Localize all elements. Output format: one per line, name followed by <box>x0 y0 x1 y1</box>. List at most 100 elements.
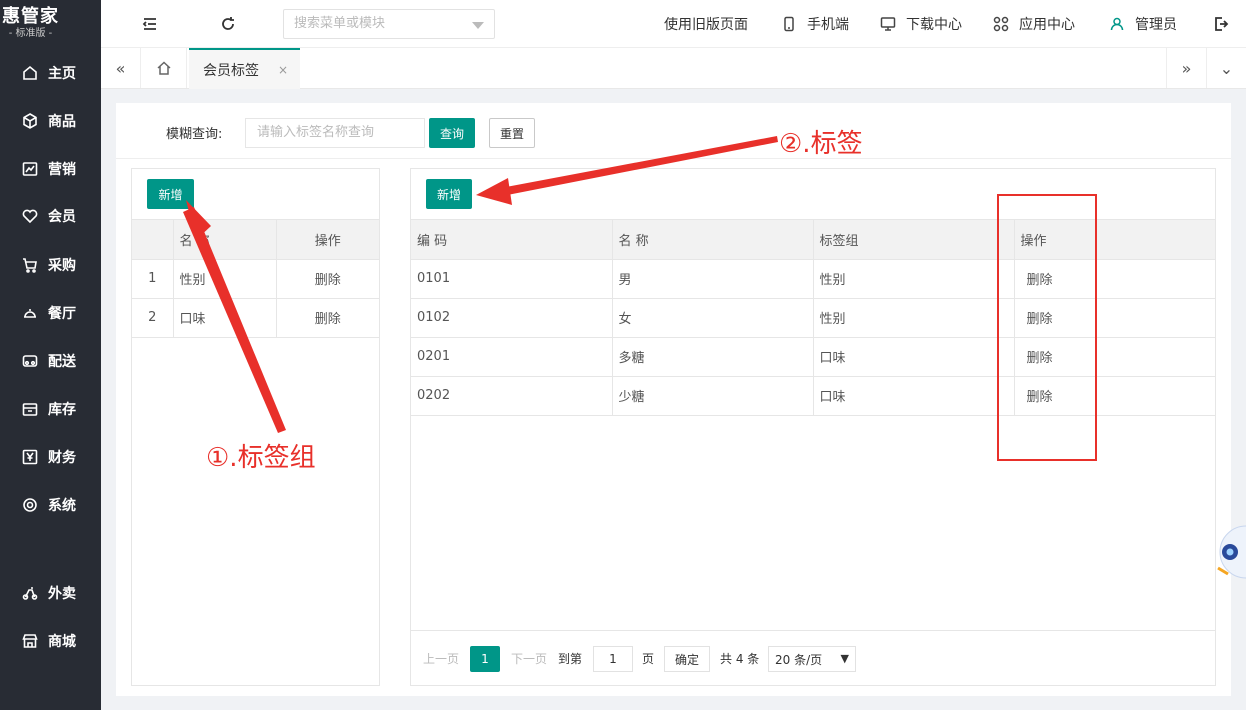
annotation-label-tag: ②.标签 <box>779 129 863 159</box>
pagination: 上一页 1 下一页 到第 1 页 确定 共 4 条 20 条/页 ▼ <box>411 630 1215 685</box>
row-group: 性别 <box>813 298 1015 338</box>
tab-scroll-left-icon[interactable]: « <box>101 48 141 88</box>
sidebar-item-label: 会员 <box>48 209 76 225</box>
annotation-label-group: ①.标签组 <box>206 443 316 473</box>
sidebar-item-label: 商城 <box>48 634 76 650</box>
sidebar-item-home[interactable]: 主页 <box>0 53 101 93</box>
confirm-page-button[interactable]: 确定 <box>664 646 710 672</box>
logout-icon[interactable] <box>1211 14 1231 34</box>
row-code: 0202 <box>411 376 613 416</box>
chevron-down-icon[interactable]: ⌄ <box>1206 48 1246 88</box>
row-name: 性别 <box>173 259 277 299</box>
search-placeholder: 搜索菜单或模块 <box>294 16 386 31</box>
box-icon <box>22 113 38 129</box>
sidebar-item-finance[interactable]: 财务 <box>0 437 101 477</box>
warehouse-icon <box>22 401 38 417</box>
page-size-select[interactable]: 20 条/页 ▼ <box>768 646 856 672</box>
sidebar-item-delivery[interactable]: 配送 <box>0 341 101 381</box>
apps-grid-icon <box>993 16 1009 32</box>
table-row[interactable]: 2 口味 删除 <box>132 298 379 338</box>
add-tag-group-button[interactable]: 新增 <box>147 179 194 209</box>
row-code: 0101 <box>411 259 613 299</box>
tab-label: 会员标签 <box>203 62 259 79</box>
sidebar-item-system[interactable]: 系统 <box>0 485 101 525</box>
heart-icon <box>22 208 38 224</box>
add-tag-button[interactable]: 新增 <box>426 179 472 209</box>
sidebar-item-label: 库存 <box>48 402 76 418</box>
sidebar-item-marketing[interactable]: 营销 <box>0 149 101 189</box>
menu-search-select[interactable]: 搜索菜单或模块 <box>283 9 495 39</box>
sidebar-item-label: 主页 <box>48 66 76 82</box>
mobile-label: 手机端 <box>807 17 849 33</box>
chevron-down-icon: ▼ <box>840 652 849 665</box>
row-name: 口味 <box>173 298 277 338</box>
user-label: 管理员 <box>1135 17 1177 33</box>
divider <box>116 158 1231 159</box>
column-header-name: 名 称 <box>173 220 277 260</box>
next-page-button[interactable]: 下一页 <box>511 631 547 686</box>
sidebar-item-label: 配送 <box>48 354 76 370</box>
phone-icon <box>784 16 794 32</box>
column-header-index <box>132 220 174 260</box>
monitor-icon <box>880 17 896 31</box>
page-unit-label: 页 <box>642 652 655 666</box>
tag-group-table: 名 称 操作 1 性别 删除 2 口味 删除 <box>132 220 379 338</box>
sidebar-item-label: 餐厅 <box>48 306 76 322</box>
query-label: 模糊查询: <box>166 127 223 142</box>
current-page[interactable]: 1 <box>470 646 500 672</box>
page-number-input[interactable]: 1 <box>593 646 633 672</box>
download-center-link[interactable]: 下载中心 <box>880 0 962 48</box>
home-icon <box>22 65 38 81</box>
table-header-row: 名 称 操作 <box>132 220 379 260</box>
reset-button[interactable]: 重置 <box>489 118 535 148</box>
cart-icon <box>22 257 38 273</box>
logo-subtitle: - 标准版 - <box>8 28 53 39</box>
column-header-code: 编 码 <box>411 220 613 260</box>
sidebar-item-takeout[interactable]: 外卖 <box>0 573 101 613</box>
delete-link[interactable]: 删除 <box>276 259 379 299</box>
sidebar-item-inventory[interactable]: 库存 <box>0 389 101 429</box>
delete-link[interactable]: 删除 <box>276 298 379 338</box>
tab-member-tags[interactable]: 会员标签 × <box>189 48 300 89</box>
app-center-link[interactable]: 应用中心 <box>993 0 1075 48</box>
sidebar-item-mall[interactable]: 商城 <box>0 621 101 661</box>
assistant-robot-icon[interactable] <box>1212 518 1246 586</box>
row-index: 2 <box>132 298 174 338</box>
column-header-group: 标签组 <box>813 220 1015 260</box>
mobile-link[interactable]: 手机端 <box>781 0 849 48</box>
tab-scroll-right-icon[interactable]: » <box>1166 48 1206 88</box>
column-header-name: 名 称 <box>612 220 814 260</box>
page-size-value: 20 条/页 <box>775 652 823 667</box>
old-version-label: 使用旧版页面 <box>664 17 748 33</box>
row-code: 0201 <box>411 337 613 377</box>
column-header-action: 操作 <box>276 220 379 260</box>
sidebar-item-restaurant[interactable]: 餐厅 <box>0 293 101 333</box>
goto-label: 到第 <box>558 652 583 666</box>
home-icon <box>156 61 171 75</box>
download-label: 下载中心 <box>906 17 962 33</box>
refresh-icon[interactable] <box>218 14 238 34</box>
sidebar-item-goods[interactable]: 商品 <box>0 101 101 141</box>
sidebar-item-label: 外卖 <box>48 586 76 602</box>
sidebar-item-purchase[interactable]: 采购 <box>0 245 101 285</box>
gear-icon <box>22 497 38 513</box>
tab-home[interactable] <box>141 48 187 88</box>
close-icon[interactable]: × <box>278 63 288 77</box>
chart-icon <box>22 161 38 177</box>
sidebar-item-label: 财务 <box>48 450 76 466</box>
user-icon <box>1110 17 1124 31</box>
search-button[interactable]: 查询 <box>429 118 475 148</box>
annotation-highlight-box <box>997 194 1097 461</box>
menu-toggle-icon[interactable] <box>140 14 160 34</box>
truck-icon <box>22 353 38 369</box>
tag-search-input[interactable]: 请输入标签名称查询 <box>245 118 425 148</box>
prev-page-button[interactable]: 上一页 <box>423 631 459 686</box>
user-menu[interactable]: 管理员 <box>1109 0 1177 48</box>
sidebar-item-label: 采购 <box>48 258 76 274</box>
sidebar-item-member[interactable]: 会员 <box>0 196 101 236</box>
logo-title: 惠管家 <box>2 6 59 27</box>
scooter-icon <box>22 585 38 601</box>
row-code: 0102 <box>411 298 613 338</box>
table-row[interactable]: 1 性别 删除 <box>132 259 379 299</box>
old-version-link[interactable]: 使用旧版页面 <box>664 0 748 48</box>
